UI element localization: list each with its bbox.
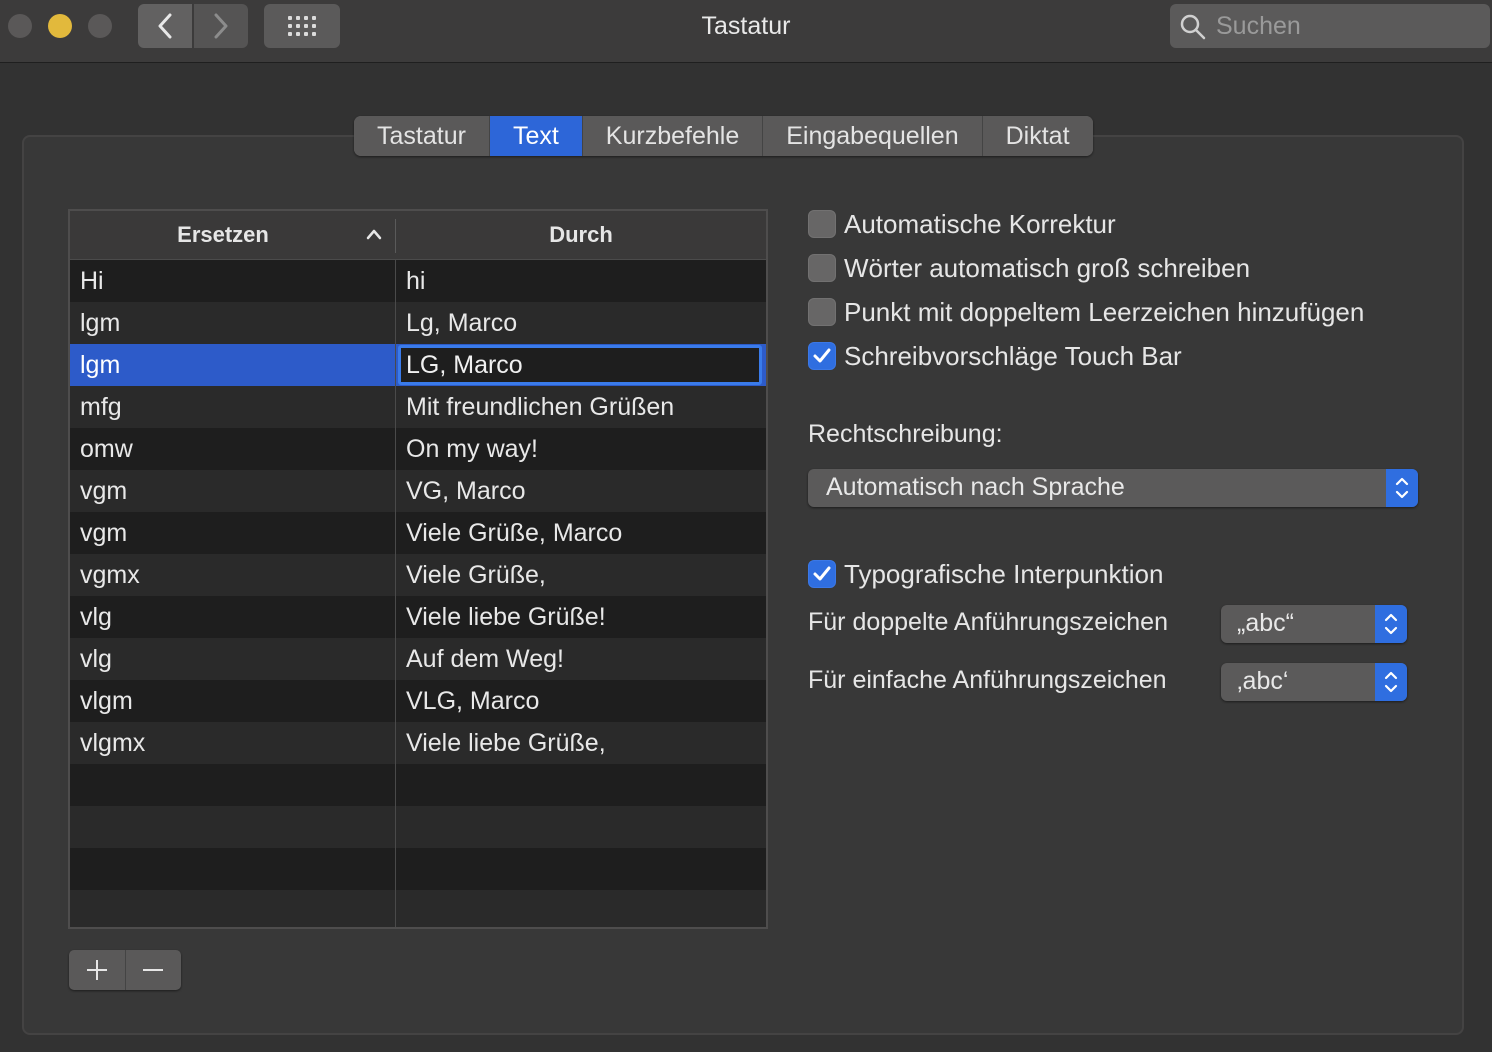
double-space-period-option[interactable]: Punkt mit doppeltem Leerzeichen hinzufüg… — [808, 296, 1364, 328]
tab-diktat[interactable]: Diktat — [982, 116, 1093, 156]
replace-cell: vlgm — [80, 687, 133, 715]
add-remove-control — [69, 950, 181, 990]
column-divider — [395, 260, 396, 927]
replace-cell: lgm — [80, 309, 121, 337]
smart-quotes-label: Typografische Interpunktion — [844, 558, 1164, 589]
with-cell: On my way! — [406, 435, 538, 463]
empty-table-row — [70, 764, 766, 806]
replace-cell: vgm — [80, 519, 128, 547]
spelling-label: Rechtschreibung: — [808, 420, 1003, 448]
replace-cell: Hi — [80, 267, 104, 295]
double-quotes-label: Für doppelte Anführungszeichen — [808, 608, 1168, 636]
table-row[interactable]: vgmx Viele Grüße, — [70, 554, 766, 596]
title-bar: Tastatur Suchen — [0, 0, 1492, 63]
tab-eingabequellen[interactable]: Eingabequellen — [763, 116, 983, 156]
search-icon — [1180, 14, 1206, 40]
auto-capitalize-checkbox[interactable] — [808, 254, 836, 282]
replace-cell: mfg — [80, 393, 122, 421]
column-header-replace[interactable]: Ersetzen — [70, 211, 376, 259]
table-row[interactable]: lgm Lg, Marco — [70, 302, 766, 344]
with-cell: Viele liebe Grüße! — [406, 603, 606, 631]
single-quotes-value: ‚abc‘ — [1237, 667, 1289, 695]
replace-cell: omw — [80, 435, 133, 463]
touch-bar-suggestions-label: Schreibvorschläge Touch Bar — [844, 340, 1182, 371]
auto-correct-label: Automatische Korrektur — [844, 208, 1116, 239]
auto-capitalize-label: Wörter automatisch groß schreiben — [844, 252, 1251, 283]
tab-tastatur[interactable]: Tastatur — [354, 116, 490, 156]
tab-text[interactable]: Text — [489, 116, 583, 156]
minus-icon — [143, 969, 164, 971]
replace-cell: vgmx — [80, 561, 140, 589]
table-header: Ersetzen Durch — [70, 211, 766, 260]
popup-arrows-icon — [1375, 663, 1407, 701]
table-row[interactable]: vgm Viele Grüße, Marco — [70, 512, 766, 554]
table-row[interactable]: mfg Mit freundlichen Grüßen — [70, 386, 766, 428]
with-cell: hi — [406, 267, 426, 295]
tab-bar: Tastatur Text Kurzbefehle Eingabequellen… — [354, 116, 1093, 156]
auto-capitalize-option[interactable]: Wörter automatisch groß schreiben — [808, 252, 1250, 284]
double-space-period-checkbox[interactable] — [808, 298, 836, 326]
with-cell: VLG, Marco — [406, 687, 540, 715]
with-cell: Lg, Marco — [406, 309, 518, 337]
remove-button[interactable] — [126, 950, 182, 990]
single-quotes-popup[interactable]: ‚abc‘ — [1221, 663, 1407, 701]
with-cell: Viele liebe Grüße, — [406, 729, 606, 757]
checkmark-icon — [813, 566, 831, 581]
search-placeholder: Suchen — [1216, 12, 1301, 40]
add-button[interactable] — [69, 950, 126, 990]
with-cell: Mit freundlichen Grüßen — [406, 393, 675, 421]
table-row[interactable]: vlgmx Viele liebe Grüße, — [70, 722, 766, 764]
replace-cell: vgm — [80, 477, 128, 505]
touch-bar-suggestions-checkbox[interactable] — [808, 342, 836, 370]
spelling-popup[interactable]: Automatisch nach Sprache — [808, 469, 1418, 507]
checkmark-icon — [813, 348, 831, 363]
with-cell: Viele Grüße, — [406, 561, 546, 589]
replace-cell: vlg — [80, 603, 112, 631]
replace-cell: vlgmx — [80, 729, 146, 757]
table-row[interactable]: Hi hi — [70, 260, 766, 302]
empty-table-row — [70, 806, 766, 848]
empty-table-row — [70, 848, 766, 890]
double-space-period-label: Punkt mit doppeltem Leerzeichen hinzufüg… — [844, 296, 1365, 327]
table-row[interactable]: omw On my way! — [70, 428, 766, 470]
with-cell-edit-value: LG, Marco — [406, 351, 523, 379]
popup-arrows-icon — [1375, 605, 1407, 643]
search-field[interactable]: Suchen — [1170, 4, 1490, 48]
replace-cell: lgm — [80, 351, 121, 379]
replace-cell: vlg — [80, 645, 112, 673]
table-row[interactable]: vlgm VLG, Marco — [70, 680, 766, 722]
with-cell: Viele Grüße, Marco — [406, 519, 623, 547]
with-cell: Auf dem Weg! — [406, 645, 564, 673]
popup-arrows-icon — [1386, 469, 1418, 507]
table-row[interactable]: vlg Viele liebe Grüße! — [70, 596, 766, 638]
single-quotes-label: Für einfache Anführungszeichen — [808, 666, 1167, 694]
plus-icon — [86, 960, 107, 980]
auto-correct-checkbox[interactable] — [808, 210, 836, 238]
tab-kurzbefehle[interactable]: Kurzbefehle — [582, 116, 764, 156]
double-quotes-popup[interactable]: „abc“ — [1221, 605, 1407, 643]
table-row[interactable]: vgm VG, Marco — [70, 470, 766, 512]
sort-ascending-icon — [366, 229, 382, 240]
column-header-with[interactable]: Durch — [396, 211, 766, 259]
table-row[interactable]: vlg Auf dem Weg! — [70, 638, 766, 680]
table-body: Hi hi lgm Lg, Marco lgm LG, Marco mfg Mi… — [70, 260, 766, 927]
spelling-popup-value: Automatisch nach Sprache — [826, 473, 1125, 501]
with-cell-edit-field[interactable]: LG, Marco — [398, 345, 762, 385]
empty-table-row — [70, 890, 766, 927]
with-cell: VG, Marco — [406, 477, 526, 505]
table-row-selected[interactable]: lgm LG, Marco — [70, 344, 766, 386]
auto-correct-option[interactable]: Automatische Korrektur — [808, 208, 1116, 240]
text-replacement-table: Ersetzen Durch Hi hi lgm Lg, Marco lgm L… — [68, 209, 768, 929]
smart-quotes-checkbox[interactable] — [808, 560, 836, 588]
double-quotes-value: „abc“ — [1237, 609, 1294, 637]
smart-quotes-option[interactable]: Typografische Interpunktion — [808, 558, 1163, 590]
touch-bar-suggestions-option[interactable]: Schreibvorschläge Touch Bar — [808, 340, 1182, 372]
